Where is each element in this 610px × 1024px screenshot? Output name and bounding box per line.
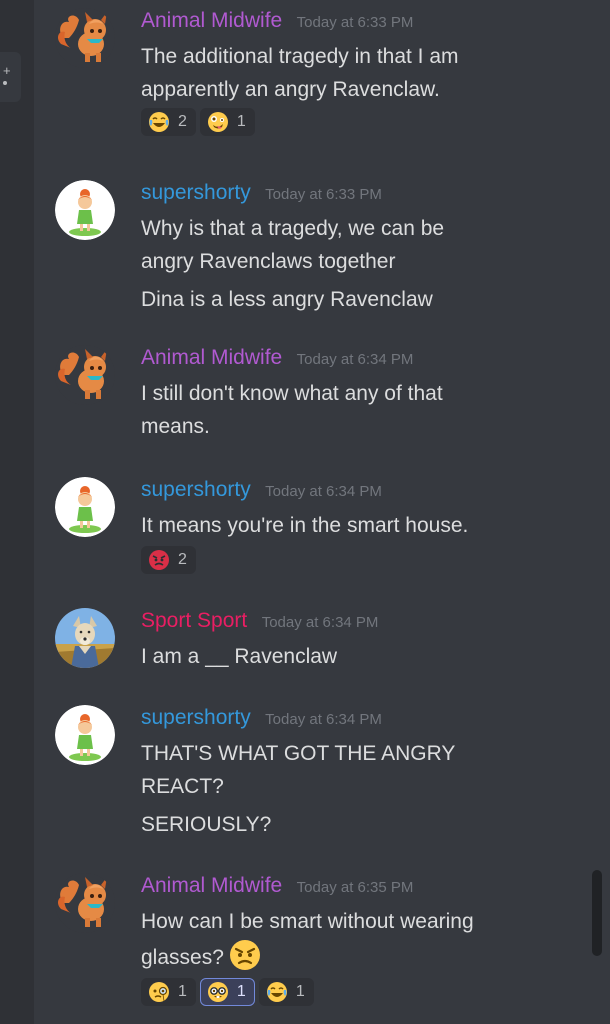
fox-pokemon-avatar-icon <box>55 873 115 933</box>
message-line: Why is that a tragedy, we can be <box>141 217 445 240</box>
scrollbar-thumb[interactable] <box>592 870 602 956</box>
collapsed-panel-button[interactable]: + <box>0 52 21 102</box>
message-line: It means you're in the smart house. <box>141 514 469 537</box>
username[interactable]: Animal Midwife <box>141 9 282 32</box>
timestamp: Today at 6:34 PM <box>265 483 382 500</box>
reaction-count: 2 <box>178 113 187 130</box>
fox-pokemon-avatar-icon <box>55 345 115 405</box>
cartoon-girl-avatar-icon <box>55 477 115 537</box>
username[interactable]: supershorty <box>141 706 251 729</box>
reaction-count: 1 <box>178 983 187 1000</box>
plus-icon: + <box>3 63 11 78</box>
message-line: How can I be smart without wearing <box>141 910 474 933</box>
channel-sidebar-edge: + <box>0 0 34 1024</box>
message-line: Dina is a less angry Ravenclaw <box>141 288 433 311</box>
username[interactable]: Animal Midwife <box>141 346 282 369</box>
username[interactable]: Animal Midwife <box>141 874 282 897</box>
monocle-face-emoji-icon <box>149 982 169 1002</box>
timestamp: Today at 6:35 PM <box>296 879 414 896</box>
reaction-count: 1 <box>236 113 246 130</box>
message-line: I am a __ Ravenclaw <box>141 645 338 668</box>
avatar-supershorty[interactable] <box>55 180 115 240</box>
avatar-animal-midwife[interactable] <box>55 8 115 68</box>
avatar-animal-midwife[interactable] <box>55 873 115 933</box>
message-text: glasses? <box>141 946 224 969</box>
avatar-supershorty[interactable] <box>55 705 115 765</box>
message-line: REACT? <box>141 775 224 798</box>
reaction-zany-face[interactable]: 1 <box>199 108 255 136</box>
reaction-monocle-face[interactable]: 1 <box>141 978 196 1006</box>
timestamp: Today at 6:33 PM <box>265 186 382 203</box>
timestamp: Today at 6:33 PM <box>296 14 414 31</box>
message-line: glasses? <box>141 938 581 974</box>
message-line: means. <box>141 415 210 438</box>
cartoon-girl-avatar-icon <box>55 180 115 240</box>
reaction-bar: 2 1 <box>141 108 581 136</box>
dot-icon <box>3 81 7 85</box>
reaction-joy[interactable]: 1 <box>258 978 314 1006</box>
cartoon-girl-avatar-icon <box>55 705 115 765</box>
message-line: The additional tragedy in that I am <box>141 45 459 68</box>
username[interactable]: Sport Sport <box>141 609 247 632</box>
message-line: THAT'S WHAT GOT THE ANGRY <box>141 742 456 765</box>
avatar-animal-midwife[interactable] <box>55 345 115 405</box>
message-line: apparently an angry Ravenclaw. <box>141 78 440 101</box>
fox-pokemon-avatar-icon <box>55 8 115 68</box>
message-line: angry Ravenclaws together <box>141 250 396 273</box>
username[interactable]: supershorty <box>141 478 251 501</box>
nerd-face-emoji-icon <box>207 982 228 1002</box>
reaction-rage[interactable]: 2 <box>141 546 196 574</box>
joy-emoji-icon <box>149 112 169 132</box>
reaction-joy[interactable]: 2 <box>141 108 196 136</box>
joy-emoji-icon <box>266 982 287 1002</box>
zany-face-emoji-icon <box>207 112 228 132</box>
reaction-bar: 2 <box>141 546 581 574</box>
timestamp: Today at 6:34 PM <box>296 351 414 368</box>
timestamp: Today at 6:34 PM <box>261 614 379 631</box>
rage-emoji-icon <box>149 550 169 570</box>
message-line: SERIOUSLY? <box>141 813 272 836</box>
reaction-count: 1 <box>236 983 246 1000</box>
chat-view: + Animal Midwife Today at 6:33 PM The ad… <box>0 0 610 1024</box>
reaction-count: 2 <box>178 551 187 568</box>
avatar-sport-sport[interactable] <box>55 608 115 668</box>
dog-photo-avatar-icon <box>55 608 115 668</box>
reaction-bar: 1 1 1 <box>141 978 581 1006</box>
angry-face-emoji-icon <box>229 940 260 970</box>
message-line: I still don't know what any of that <box>141 382 443 405</box>
timestamp: Today at 6:34 PM <box>265 711 382 728</box>
username[interactable]: supershorty <box>141 181 251 204</box>
reaction-nerd-face[interactable]: 1 <box>199 978 255 1006</box>
avatar-supershorty[interactable] <box>55 477 115 537</box>
reaction-count: 1 <box>295 983 305 1000</box>
